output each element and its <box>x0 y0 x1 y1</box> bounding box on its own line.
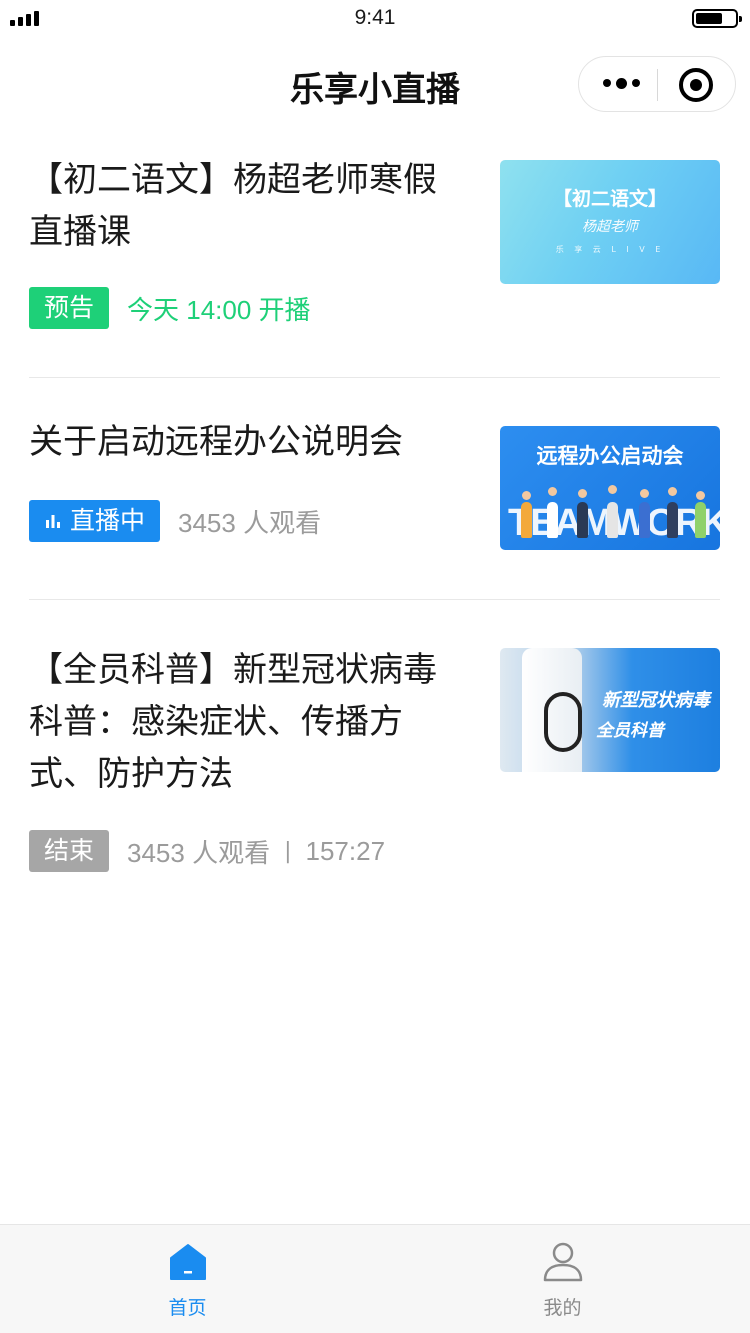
tab-mine-label: 我的 <box>543 1297 582 1319</box>
divider <box>29 377 720 378</box>
tab-home[interactable]: 首页 <box>0 1225 375 1333</box>
duration: 157:27 <box>305 835 386 866</box>
tab-home-label: 首页 <box>168 1297 207 1319</box>
status-badge-label: 直播中 <box>70 506 146 535</box>
miniprogram-capsule <box>578 56 736 112</box>
item-title: 【初二语文】杨超老师寒假直播课 <box>29 160 437 252</box>
list-item[interactable]: 【初二语文】杨超老师寒假直播课 【初二语文】 杨超老师 乐 享 云 L I V … <box>29 154 720 334</box>
status-badge: 结束 <box>29 830 110 872</box>
close-miniprogram-icon[interactable] <box>679 68 713 102</box>
stethoscope-icon <box>544 692 582 752</box>
nav-bar: 乐享小直播 <box>0 40 750 128</box>
item-title: 关于启动远程办公说明会 <box>29 422 403 462</box>
viewer-count: 3453 人观看 <box>178 507 322 538</box>
status-badge: 直播中 <box>29 500 161 542</box>
tab-bar: 首页 我的 <box>0 1224 750 1333</box>
item-meta: 结束 3453 人观看 | 157:27 <box>29 830 385 872</box>
item-title: 【全员科普】新型冠状病毒科普：感染症状、传播方式、防护方法 <box>29 650 437 794</box>
home-icon <box>170 1244 206 1280</box>
capsule-divider <box>657 69 658 101</box>
item-meta: 直播中 3453 人观看 <box>29 500 321 542</box>
live-bars-icon <box>46 515 60 528</box>
battery-icon <box>692 9 742 28</box>
user-icon <box>543 1242 583 1282</box>
more-icon[interactable] <box>603 77 640 89</box>
meta-separator: | <box>284 838 292 864</box>
item-meta: 预告 今天 14:00 开播 <box>29 287 311 329</box>
viewer-count: 3453 人观看 <box>127 837 271 868</box>
status-bar: 9:41 <box>0 0 750 40</box>
list-item[interactable]: 【全员科普】新型冠状病毒科普：感染症状、传播方式、防护方法 新型冠状病毒 全员科… <box>29 644 720 874</box>
item-thumbnail: 远程办公启动会 TEAMWORK <box>500 426 720 550</box>
tab-mine[interactable]: 我的 <box>375 1225 750 1333</box>
item-thumbnail: 新型冠状病毒 全员科普 <box>500 648 720 772</box>
list-item[interactable]: 关于启动远程办公说明会 远程办公启动会 TEAMWORK 直播中 3453 人观… <box>29 416 720 556</box>
start-time: 今天 14:00 开播 <box>127 294 311 325</box>
item-thumbnail: 【初二语文】 杨超老师 乐 享 云 L I V E <box>500 160 720 284</box>
divider <box>29 599 720 600</box>
status-time: 9:41 <box>354 6 396 29</box>
status-badge: 预告 <box>29 287 110 329</box>
